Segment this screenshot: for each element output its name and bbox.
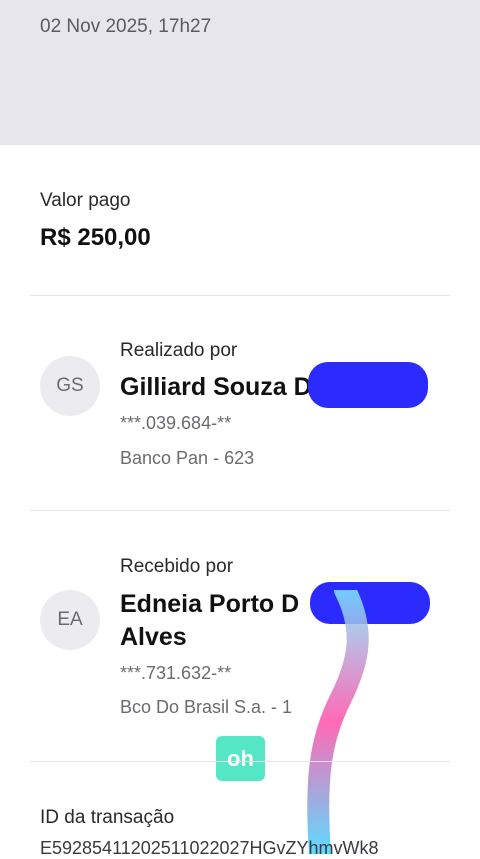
sticker-text: oh: [227, 745, 254, 771]
payer-label: Realizado por: [120, 340, 238, 361]
payer-bank: Banco Pan - 623: [120, 448, 255, 468]
amount-label: Valor pago: [40, 190, 131, 211]
scribble-overlay: [307, 590, 369, 854]
sticker: oh: [216, 736, 265, 781]
receiver-bank: Bco Do Brasil S.a. - 1: [120, 697, 293, 717]
divider: [30, 510, 450, 511]
divider: [30, 761, 450, 762]
payer-document: ***.039.684-**: [120, 413, 232, 433]
payer-avatar: GS: [40, 356, 100, 416]
amount-value: R$ 250,00: [40, 224, 151, 251]
payer-initials: GS: [56, 375, 84, 396]
transaction-id-value[interactable]: E592854112025110220​27HGvZYhmvWk8: [40, 838, 440, 859]
receiver-name-line1: Edneia Porto D: [120, 590, 300, 618]
receiver-label: Recebido por: [120, 556, 234, 577]
header-band: 02 Nov 2025, 17h27: [0, 0, 480, 145]
receiver-avatar: EA: [40, 590, 100, 650]
redaction-mark: [308, 362, 428, 408]
payer-name: Gilliard Souza D: [120, 373, 312, 401]
transaction-id-label: ID da transação: [40, 807, 175, 828]
divider: [30, 295, 450, 296]
receiver-document: ***.731.632-**: [120, 663, 232, 683]
receiver-name-line2: Alves: [120, 623, 187, 651]
receiver-initials: EA: [57, 609, 83, 630]
transaction-date: 02 Nov 2025, 17h27: [40, 16, 212, 37]
